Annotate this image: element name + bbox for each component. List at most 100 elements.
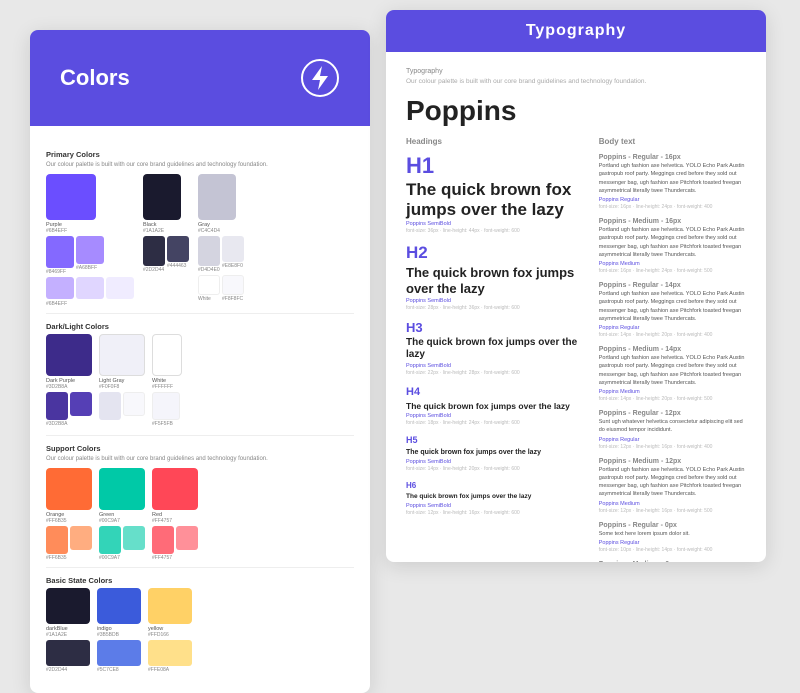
body-text-7: Some text here lorem ipsum dolor sit.	[599, 530, 746, 538]
h1-item: H1 The quick brown fox jumps over the la…	[406, 154, 583, 234]
darkblue-group: darkBlue #1A1A2E #2D2D44	[46, 588, 90, 673]
basic-swatch-row: darkBlue #1A1A2E #2D2D44 indigo #3B5BDB …	[46, 588, 354, 673]
dark-purple1	[46, 392, 68, 420]
h3-level: H3	[406, 321, 583, 335]
body-col: Body text Poppins - Regular - 16px Portl…	[599, 137, 746, 562]
typography-panel: Typography Typography Our colour palette…	[386, 10, 766, 562]
light-gray-swatch	[99, 334, 145, 376]
light-gray-group: Light Gray #F0F0F8	[99, 334, 145, 427]
body-spec-4: font-size: 14px · line-height: 20px · fo…	[599, 396, 746, 402]
h5-meta: Poppins SemiBold	[406, 459, 583, 465]
purple-group: Purple #6B4EFF #8469FF #A68BFF	[46, 174, 134, 307]
purple-light3	[106, 277, 134, 299]
dark-swatch-row: Dark Purple #3D2B8A #3D2B8A Light Gray #…	[46, 334, 354, 427]
red-group: Red #FF4757 #FF4757	[152, 468, 198, 561]
white-main-swatch	[152, 334, 182, 376]
body-meta-5: Poppins Regular	[599, 437, 746, 443]
primary-colors-desc: Our colour palette is built with our cor…	[46, 162, 354, 168]
h2-sample: The quick brown fox jumps over the lazy	[406, 265, 583, 296]
body-meta-4: Poppins Medium	[599, 389, 746, 395]
body-style-3: Poppins - Regular - 14px	[599, 282, 746, 289]
body-spec-6: font-size: 12px · line-height: 16px · fo…	[599, 508, 746, 514]
purple-swatch	[46, 174, 96, 220]
green-group: Green #00C9A7 #00C9A7	[99, 468, 145, 561]
body-spec-3: font-size: 14px · line-height: 20px · fo…	[599, 332, 746, 338]
body-text-1: Portland ugh fashion axe helvetica. YOLO…	[599, 162, 746, 195]
dark-purple-group: Dark Purple #3D2B8A #3D2B8A	[46, 334, 92, 427]
body-meta-7: Poppins Regular	[599, 540, 746, 546]
h1-spec: font-size: 36px · line-height: 44px · fo…	[406, 228, 583, 234]
h6-spec: font-size: 12px · line-height: 16px · fo…	[406, 510, 583, 516]
dark-purple2	[70, 392, 92, 416]
h2-meta: Poppins SemiBold	[406, 298, 583, 304]
body-item-4: Poppins - Medium - 14px Portland ugh fas…	[599, 346, 746, 402]
h1-sample: The quick brown fox jumps over the lazy	[406, 180, 583, 219]
purple-hex: #6B4EFF	[46, 228, 134, 234]
white2	[152, 392, 180, 420]
dark-colors-label: Dark/Light Colors	[46, 322, 354, 331]
body-text-2: Portland ugh fashion axe helvetica. YOLO…	[599, 226, 746, 259]
body-style-5: Poppins - Regular - 12px	[599, 410, 746, 417]
body-label: Body text	[599, 137, 746, 146]
h5-sample: The quick brown fox jumps over the lazy	[406, 448, 583, 457]
headings-label: Headings	[406, 137, 583, 146]
typo-breadcrumb: Typography	[406, 68, 746, 75]
body-text-3: Portland ugh fashion axe helvetica. YOLO…	[599, 290, 746, 323]
body-style-8: Poppins - Medium - 0px	[599, 561, 746, 562]
body-text-5: Sunt ugh whatever helvetica consectetur …	[599, 418, 746, 435]
primary-swatch-row: Purple #6B4EFF #8469FF #A68BFF	[46, 174, 354, 307]
body-spec-7: font-size: 10px · line-height: 14px · fo…	[599, 547, 746, 553]
body-text-4: Portland ugh fashion axe helvetica. YOLO…	[599, 354, 746, 387]
lightning-icon	[300, 58, 340, 98]
black-hex: #1A1A2E	[143, 228, 189, 234]
h6-meta: Poppins SemiBold	[406, 503, 583, 509]
body-item-2: Poppins - Medium - 16px Portland ugh fas…	[599, 218, 746, 274]
h3-item: H3 The quick brown fox jumps over the la…	[406, 321, 583, 376]
h3-meta: Poppins SemiBold	[406, 363, 583, 369]
typo-desc: Our colour palette is built with our cor…	[406, 78, 746, 85]
h2-level: H2	[406, 244, 583, 263]
indigo-group: indigo #3B5BDB #5C7CE8	[97, 588, 141, 673]
colors-header: Colors	[30, 30, 370, 126]
h5-item: H5 The quick brown fox jumps over the la…	[406, 436, 583, 472]
h4-level: H4	[406, 386, 583, 398]
body-item-7: Poppins - Regular - 0px Some text here l…	[599, 522, 746, 553]
light-gray2	[123, 392, 145, 416]
divider1	[46, 313, 354, 314]
headings-col: Headings H1 The quick brown fox jumps ov…	[406, 137, 583, 562]
h2-spec: font-size: 28px · line-height: 36px · fo…	[406, 305, 583, 311]
support-colors-label: Support Colors	[46, 444, 354, 453]
primary-colors-label: Primary Colors	[46, 150, 354, 159]
h4-spec: font-size: 18px · line-height: 24px · fo…	[406, 420, 583, 426]
purple2-swatch	[76, 236, 104, 264]
body-spec-2: font-size: 16px · line-height: 24px · fo…	[599, 268, 746, 274]
purple-light2	[76, 277, 104, 299]
gray2-swatch	[222, 236, 244, 262]
h1-level: H1	[406, 154, 583, 178]
h3-sample: The quick brown fox jumps over the lazy	[406, 337, 583, 361]
body-meta-2: Poppins Medium	[599, 261, 746, 267]
h4-meta: Poppins SemiBold	[406, 413, 583, 419]
body-item-5: Poppins - Regular - 12px Sunt ugh whatev…	[599, 410, 746, 450]
colors-body: Primary Colors Our colour palette is bui…	[30, 126, 370, 693]
main-wrapper: Colors Primary Colors Our colour palette…	[10, 10, 790, 555]
h4-item: H4 The quick brown fox jumps over the la…	[406, 386, 583, 425]
dark-purple-swatch	[46, 334, 92, 376]
h6-item: H6 The quick brown fox jumps over the la…	[406, 482, 583, 516]
divider2	[46, 435, 354, 436]
h5-spec: font-size: 14px · line-height: 20px · fo…	[406, 466, 583, 472]
body-style-1: Poppins - Regular - 16px	[599, 154, 746, 161]
yellow-group: yellow #FFD166 #FFE08A	[148, 588, 192, 673]
divider3	[46, 567, 354, 568]
h6-sample: The quick brown fox jumps over the lazy	[406, 493, 583, 501]
body-style-2: Poppins - Medium - 16px	[599, 218, 746, 225]
body-meta-6: Poppins Medium	[599, 501, 746, 507]
orange-group: Orange #FF6B35 #FF6B35	[46, 468, 92, 561]
body-style-7: Poppins - Regular - 0px	[599, 522, 746, 529]
support-swatch-row: Orange #FF6B35 #FF6B35 Green #00C9A7	[46, 468, 354, 561]
light-gray1	[99, 392, 121, 420]
body-style-6: Poppins - Medium - 12px	[599, 458, 746, 465]
white2-swatch	[222, 275, 244, 295]
black1-swatch	[143, 236, 165, 266]
body-meta-3: Poppins Regular	[599, 325, 746, 331]
